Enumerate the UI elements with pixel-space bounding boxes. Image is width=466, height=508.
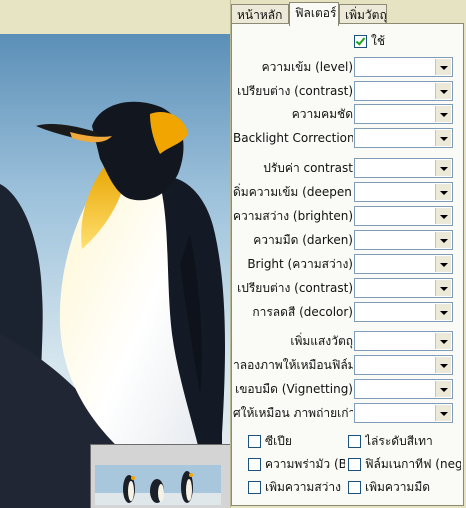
filter-row-deepen: ดิ่มความเข้ม (deepen) bbox=[232, 182, 465, 202]
dropdown-arrow-icon[interactable] bbox=[435, 184, 451, 200]
filter-label: เปรียบต่าง (contrast) bbox=[237, 281, 353, 295]
filter-row-object-light: เพิ่มแสงวัตถุ bbox=[232, 331, 465, 351]
backlight-select[interactable] bbox=[354, 128, 453, 148]
dropdown-arrow-icon[interactable] bbox=[435, 357, 451, 373]
contrast-2-select[interactable] bbox=[354, 278, 453, 298]
filter-row-brighten: ความสว่าง (brighten) bbox=[232, 206, 465, 226]
enable-label: ใช้ bbox=[371, 34, 386, 48]
filter-panel: หน้าหลัก ฟิลเตอร์ เพิ่มวัตถุ ใช้ ความเข้… bbox=[231, 0, 466, 508]
filter-label: การลดสี (decolor) bbox=[252, 305, 353, 319]
filter-row-sharpness: ความคมชัด bbox=[232, 104, 465, 124]
filter-label: เขอบมืด (Vignetting) bbox=[235, 382, 353, 396]
filter-label: ปรับค่า contrast bbox=[263, 161, 353, 175]
filter-label: ความมืด (darken) bbox=[253, 233, 353, 247]
filter-label: ศให้เหมือน ภาพถ่ายเก่า bbox=[233, 406, 353, 420]
dropdown-arrow-icon[interactable] bbox=[435, 333, 451, 349]
darken-select[interactable] bbox=[354, 230, 453, 250]
filter-row-contrast: เปรียบต่าง (contrast) bbox=[232, 81, 465, 101]
filter-label: Bright (ความสว่าง) bbox=[247, 257, 353, 271]
filter-label: เพิ่มแสงวัตถุ bbox=[290, 334, 353, 348]
dropdown-arrow-icon[interactable] bbox=[435, 280, 451, 296]
filter-label: Backlight Correction bbox=[233, 131, 353, 145]
object-light-select[interactable] bbox=[354, 331, 453, 351]
filter-row-backlight: Backlight Correction bbox=[232, 128, 465, 148]
negative-label: ฟิล์มเนกาทีฟ (neg bbox=[365, 457, 461, 471]
negative-checkbox[interactable] bbox=[348, 458, 361, 471]
filter-content: ใช้ ความเข้ม (level) เปรียบต่าง (contras… bbox=[231, 23, 464, 506]
filter-row-film-simulation: าลองภาพให้เหมือนฟิล์ม bbox=[232, 355, 465, 375]
tab-main[interactable]: หน้าหลัก bbox=[231, 4, 289, 24]
dropdown-arrow-icon[interactable] bbox=[435, 160, 451, 176]
sepia-checkbox[interactable] bbox=[248, 435, 261, 448]
adjust-contrast-select[interactable] bbox=[354, 158, 453, 178]
thumbnail-image bbox=[95, 465, 221, 505]
dropdown-arrow-icon[interactable] bbox=[435, 232, 451, 248]
filter-row-decolor: การลดสี (decolor) bbox=[232, 302, 465, 322]
filter-row-adjust-contrast: ปรับค่า contrast bbox=[232, 158, 465, 178]
vignetting-select[interactable] bbox=[354, 379, 453, 399]
deepen-select[interactable] bbox=[354, 182, 453, 202]
filter-label: าลองภาพให้เหมือนฟิล์ม bbox=[233, 358, 353, 372]
dropdown-arrow-icon[interactable] bbox=[435, 381, 451, 397]
increase-darkness-checkbox[interactable] bbox=[348, 481, 361, 494]
brighten-select[interactable] bbox=[354, 206, 453, 226]
level-select[interactable] bbox=[354, 57, 453, 77]
dropdown-arrow-icon[interactable] bbox=[435, 208, 451, 224]
filter-label: เปรียบต่าง (contrast) bbox=[237, 84, 353, 98]
sharpness-select[interactable] bbox=[354, 104, 453, 124]
filter-row-contrast-2: เปรียบต่าง (contrast) bbox=[232, 278, 465, 298]
preview-thumbnail[interactable] bbox=[90, 444, 230, 508]
dropdown-arrow-icon[interactable] bbox=[435, 304, 451, 320]
dropdown-arrow-icon[interactable] bbox=[435, 106, 451, 122]
filter-row-bright: Bright (ความสว่าง) bbox=[232, 254, 465, 274]
dropdown-arrow-icon[interactable] bbox=[435, 59, 451, 75]
filter-row-vignetting: เขอบมืด (Vignetting) bbox=[232, 379, 465, 399]
decolor-select[interactable] bbox=[354, 302, 453, 322]
grayscale-label: ไล่ระดับสีเทา bbox=[365, 434, 433, 448]
penguin-photo bbox=[0, 34, 230, 508]
image-canvas[interactable] bbox=[0, 0, 231, 508]
filter-label: ความคมชัด bbox=[291, 107, 353, 121]
increase-brightness-checkbox[interactable] bbox=[248, 481, 261, 494]
dropdown-arrow-icon[interactable] bbox=[435, 83, 451, 99]
increase-darkness-label: เพิ่มความมืด bbox=[365, 480, 431, 494]
dropdown-arrow-icon[interactable] bbox=[435, 405, 451, 421]
sepia-label: ซีเปีย bbox=[265, 434, 292, 448]
blur-label: ความพร่ามัว (Blu bbox=[265, 457, 345, 471]
bright-select[interactable] bbox=[354, 254, 453, 274]
tab-filter[interactable]: ฟิลเตอร์ bbox=[289, 2, 339, 26]
filter-label: ดิ่มความเข้ม (deepen) bbox=[233, 185, 353, 199]
filter-label: ความเข้ม (level) bbox=[261, 60, 353, 74]
grayscale-checkbox[interactable] bbox=[348, 435, 361, 448]
enable-checkbox[interactable] bbox=[354, 35, 367, 48]
filter-row-old-photo: ศให้เหมือน ภาพถ่ายเก่า bbox=[232, 403, 465, 423]
filter-row-darken: ความมืด (darken) bbox=[232, 230, 465, 250]
dropdown-arrow-icon[interactable] bbox=[435, 256, 451, 272]
filter-label: ความสว่าง (brighten) bbox=[233, 209, 353, 223]
old-photo-select[interactable] bbox=[354, 403, 453, 423]
filter-row-level: ความเข้ม (level) bbox=[232, 57, 465, 77]
increase-brightness-label: เพิ่มความสว่าง bbox=[265, 480, 341, 494]
dropdown-arrow-icon[interactable] bbox=[435, 130, 451, 146]
film-simulation-select[interactable] bbox=[354, 355, 453, 375]
blur-checkbox[interactable] bbox=[248, 458, 261, 471]
tab-add-object[interactable]: เพิ่มวัตถุ bbox=[339, 4, 387, 24]
contrast-select[interactable] bbox=[354, 81, 453, 101]
